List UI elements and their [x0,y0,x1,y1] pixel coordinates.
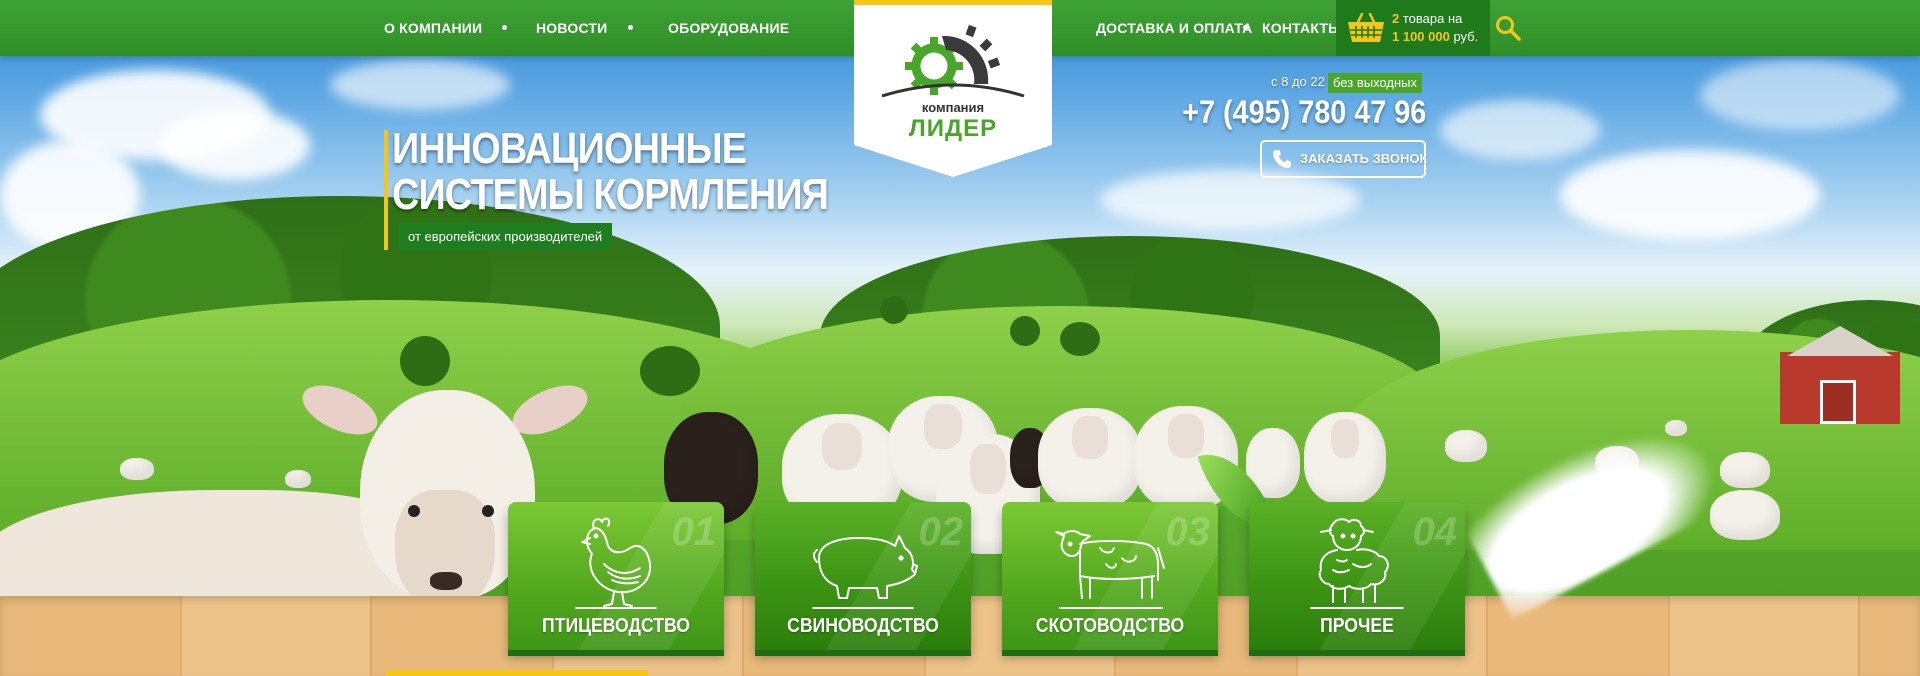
phone-icon [1273,150,1291,168]
cow-icon [1055,530,1165,609]
sheep-icon [1310,518,1404,609]
pig-icon [812,535,918,609]
work-hours-badge: без выходных [1328,73,1422,93]
hero-title-line-2: СИСТЕМЫ КОРМЛЕНИЯ [392,170,829,219]
category-number: 01 [671,510,717,554]
company-logo[interactable]: компания ЛИДЕР [854,0,1052,177]
nav-separator [1243,25,1248,30]
category-number: 02 [918,510,964,554]
callback-button[interactable]: ЗАКАЗАТЬ ЗВОНОК [1260,140,1428,178]
phone-number[interactable]: +7 (495) 780 47 96 [1182,94,1426,131]
category-cattle[interactable]: 03 СКОТОВОДСТВО [1002,502,1218,650]
callback-label: ЗАКАЗАТЬ ЗВОНОК [1300,151,1428,166]
cart-items-text: товара на [1399,11,1463,26]
hero-title-line-1: ИННОВАЦИОННЫЕ [392,124,747,173]
category-poultry[interactable]: 01 ПТИЦЕВОДСТВО [508,502,724,650]
hero-accent-bar [384,130,388,250]
hero-subtitle: от европейских производителей [398,223,613,250]
cart-currency: руб. [1449,29,1479,44]
work-hours: с 8 до 22 [1271,74,1325,89]
nav-news[interactable]: НОВОСТИ [536,0,607,56]
category-label: ПТИЦЕВОДСТВО [542,615,690,637]
nav-contacts[interactable]: КОНТАКТЫ [1262,0,1342,56]
nav-about[interactable]: О КОМПАНИИ [384,0,482,56]
category-pigs[interactable]: 02 СВИНОВОДСТВО [755,502,971,650]
search-icon[interactable] [1494,14,1522,42]
nav-separator [628,25,633,30]
cart-sum: 1 100 000 [1392,29,1450,44]
chicken-icon [575,517,657,609]
logo-shield [854,0,1052,177]
category-number: 03 [1165,510,1211,554]
cart-summary: 2 товара на 1 100 000 руб. [1392,10,1478,46]
category-label: ПРОЧЕЕ [1320,615,1394,637]
nav-separator [502,25,507,30]
category-label: СВИНОВОДСТВО [787,615,939,637]
logo-title: компания [921,100,985,115]
basket-icon [1348,12,1384,42]
category-number: 04 [1412,510,1458,554]
logo-name: ЛИДЕР [908,115,998,142]
category-other[interactable]: 04 ПРОЧЕЕ [1249,502,1465,650]
nav-equipment[interactable]: ОБОРУДОВАНИЕ [668,0,789,56]
nav-delivery[interactable]: ДОСТАВКА И ОПЛАТА [1096,0,1252,56]
category-label: СКОТОВОДСТВО [1035,615,1185,637]
cart-widget[interactable]: 2 товара на 1 100 000 руб. [1336,0,1490,56]
